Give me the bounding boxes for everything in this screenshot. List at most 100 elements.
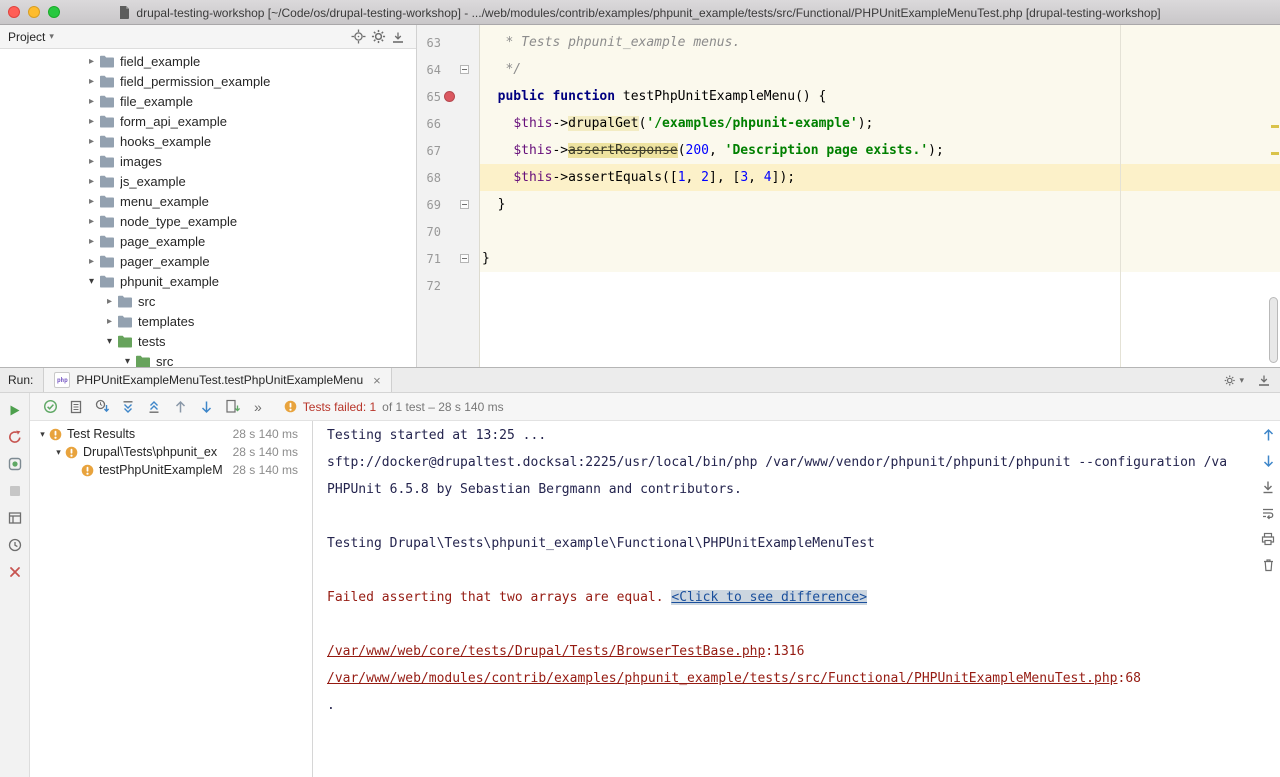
scroll-from-source-button[interactable]: [348, 27, 368, 47]
project-tree-item[interactable]: ▸ menu_example: [0, 191, 416, 211]
editor-scrollbar[interactable]: [1269, 297, 1278, 363]
run-tab[interactable]: php PHPUnitExampleMenuTest.testPhpUnitEx…: [43, 368, 391, 392]
chevron-right-icon[interactable]: ▸: [84, 196, 99, 207]
code-line-content[interactable]: $this->assertResponse(200, 'Description …: [480, 137, 1280, 164]
test-tree-item[interactable]: ▾Test Results28 s 140 ms: [30, 425, 312, 443]
project-view-selector[interactable]: Project ▾: [8, 30, 54, 44]
toolbar-overflow-button[interactable]: »: [246, 399, 270, 415]
code-token: 1: [678, 170, 686, 185]
close-run-panel-button[interactable]: [6, 563, 24, 581]
soft-wrap-button[interactable]: [1259, 504, 1277, 522]
test-tree-item[interactable]: ▾Drupal\Tests\phpunit_ex28 s 140 ms: [30, 443, 312, 461]
code-line-content[interactable]: public function testPhpUnitExampleMenu()…: [480, 83, 1280, 110]
fold-marker-icon[interactable]: [460, 254, 469, 263]
project-tree-item[interactable]: ▸form_api_example: [0, 111, 416, 131]
file-link[interactable]: /var/www/web/core/tests/Drupal/Tests/Bro…: [327, 644, 765, 659]
chevron-right-icon[interactable]: ▸: [84, 216, 99, 227]
settings-gear-button[interactable]: [368, 27, 388, 47]
chevron-down-icon[interactable]: ▾: [52, 447, 65, 458]
code-token: 3: [740, 170, 748, 185]
chevron-down-icon[interactable]: ▾: [84, 276, 99, 287]
warning-stripe-mark[interactable]: [1271, 152, 1279, 155]
file-link[interactable]: /var/www/web/modules/contrib/examples/ph…: [327, 671, 1118, 686]
project-tree-item[interactable]: ▸images: [0, 151, 416, 171]
toggle-auto-test-button[interactable]: [6, 455, 24, 473]
test-tree-item[interactable]: testPhpUnitExampleM28 s 140 ms: [30, 461, 312, 479]
project-tree-item[interactable]: ▸templates: [0, 311, 416, 331]
next-failed-test-button[interactable]: [194, 395, 218, 419]
restore-layout-button[interactable]: [6, 509, 24, 527]
code-line-content[interactable]: */: [480, 56, 1280, 83]
next-occurrence-button[interactable]: [1259, 452, 1277, 470]
close-window-button[interactable]: [8, 6, 20, 18]
code-token: ,: [709, 143, 725, 158]
line-number: 71: [417, 252, 441, 266]
collapse-all-button[interactable]: [142, 395, 166, 419]
previous-failed-test-button[interactable]: [168, 395, 192, 419]
project-tree-item[interactable]: ▾src: [0, 351, 416, 367]
import-test-results-button[interactable]: [220, 395, 244, 419]
chevron-down-icon[interactable]: ▾: [120, 356, 135, 367]
chevron-right-icon[interactable]: ▸: [84, 56, 99, 67]
project-tree-item[interactable]: ▸js_example: [0, 171, 416, 191]
code-line-content[interactable]: [480, 218, 1280, 245]
diff-link[interactable]: <Click to see difference>: [671, 590, 867, 605]
chevron-right-icon[interactable]: ▸: [84, 176, 99, 187]
code-line-content[interactable]: $this->assertEquals([1, 2], [3, 4]);: [480, 164, 1280, 191]
breakpoint-icon[interactable]: [444, 91, 455, 102]
run-settings-gear-button[interactable]: ▾: [1224, 370, 1244, 390]
chevron-right-icon[interactable]: ▸: [84, 256, 99, 267]
code-line-content[interactable]: }: [480, 245, 1280, 272]
fold-marker-icon[interactable]: [460, 65, 469, 74]
chevron-right-icon[interactable]: ▸: [84, 236, 99, 247]
stop-button[interactable]: [6, 482, 24, 500]
print-button[interactable]: [1259, 530, 1277, 548]
project-tree-item[interactable]: ▸node_type_example: [0, 211, 416, 231]
history-button[interactable]: [6, 536, 24, 554]
scroll-to-end-button[interactable]: [1259, 478, 1277, 496]
project-tree-item[interactable]: ▸field_permission_example: [0, 71, 416, 91]
rerun-button[interactable]: [6, 401, 24, 419]
folder-icon: [99, 254, 115, 268]
fold-marker-icon[interactable]: [460, 200, 469, 209]
project-tree-item[interactable]: ▸field_example: [0, 51, 416, 71]
hide-panel-button[interactable]: [388, 27, 408, 47]
maximize-window-button[interactable]: [48, 6, 60, 18]
close-tab-icon[interactable]: ×: [373, 373, 381, 388]
sort-by-duration-button[interactable]: [90, 395, 114, 419]
chevron-down-icon[interactable]: ▾: [36, 429, 49, 440]
project-tree-item[interactable]: ▸file_example: [0, 91, 416, 111]
project-tree-item[interactable]: ▸page_example: [0, 231, 416, 251]
code-token: '/examples/phpunit-example': [646, 116, 857, 131]
code-line-content[interactable]: }: [480, 191, 1280, 218]
warning-stripe-mark[interactable]: [1271, 125, 1279, 128]
project-tree-item[interactable]: ▸pager_example: [0, 251, 416, 271]
show-passed-button[interactable]: [38, 395, 62, 419]
project-tree-item[interactable]: ▾tests: [0, 331, 416, 351]
rerun-failed-tests-button[interactable]: [6, 428, 24, 446]
hide-run-panel-button[interactable]: [1254, 370, 1274, 390]
show-ignored-button[interactable]: [64, 395, 88, 419]
project-tree-item[interactable]: ▸hooks_example: [0, 131, 416, 151]
code-line-content[interactable]: [480, 272, 1280, 299]
chevron-right-icon[interactable]: ▸: [102, 296, 117, 307]
console-output[interactable]: Testing started at 13:25 ...sftp://docke…: [313, 421, 1280, 777]
project-item-label: menu_example: [120, 194, 209, 209]
previous-occurrence-button[interactable]: [1259, 426, 1277, 444]
chevron-right-icon[interactable]: ▸: [84, 136, 99, 147]
chevron-right-icon[interactable]: ▸: [84, 156, 99, 167]
chevron-down-icon[interactable]: ▾: [102, 336, 117, 347]
code-token: );: [858, 116, 874, 131]
clear-console-button[interactable]: [1259, 556, 1277, 574]
chevron-right-icon[interactable]: ▸: [84, 96, 99, 107]
project-tree-item[interactable]: ▸src: [0, 291, 416, 311]
code-line-content[interactable]: $this->drupalGet('/examples/phpunit-exam…: [480, 110, 1280, 137]
project-tree-item[interactable]: ▾phpunit_example: [0, 271, 416, 291]
chevron-right-icon[interactable]: ▸: [84, 116, 99, 127]
console-text: PHPUnit 6.5.8 by Sebastian Bergmann and …: [327, 482, 742, 497]
code-line-content[interactable]: * Tests phpunit_example menus.: [480, 29, 1280, 56]
chevron-right-icon[interactable]: ▸: [84, 76, 99, 87]
expand-all-button[interactable]: [116, 395, 140, 419]
chevron-right-icon[interactable]: ▸: [102, 316, 117, 327]
minimize-window-button[interactable]: [28, 6, 40, 18]
